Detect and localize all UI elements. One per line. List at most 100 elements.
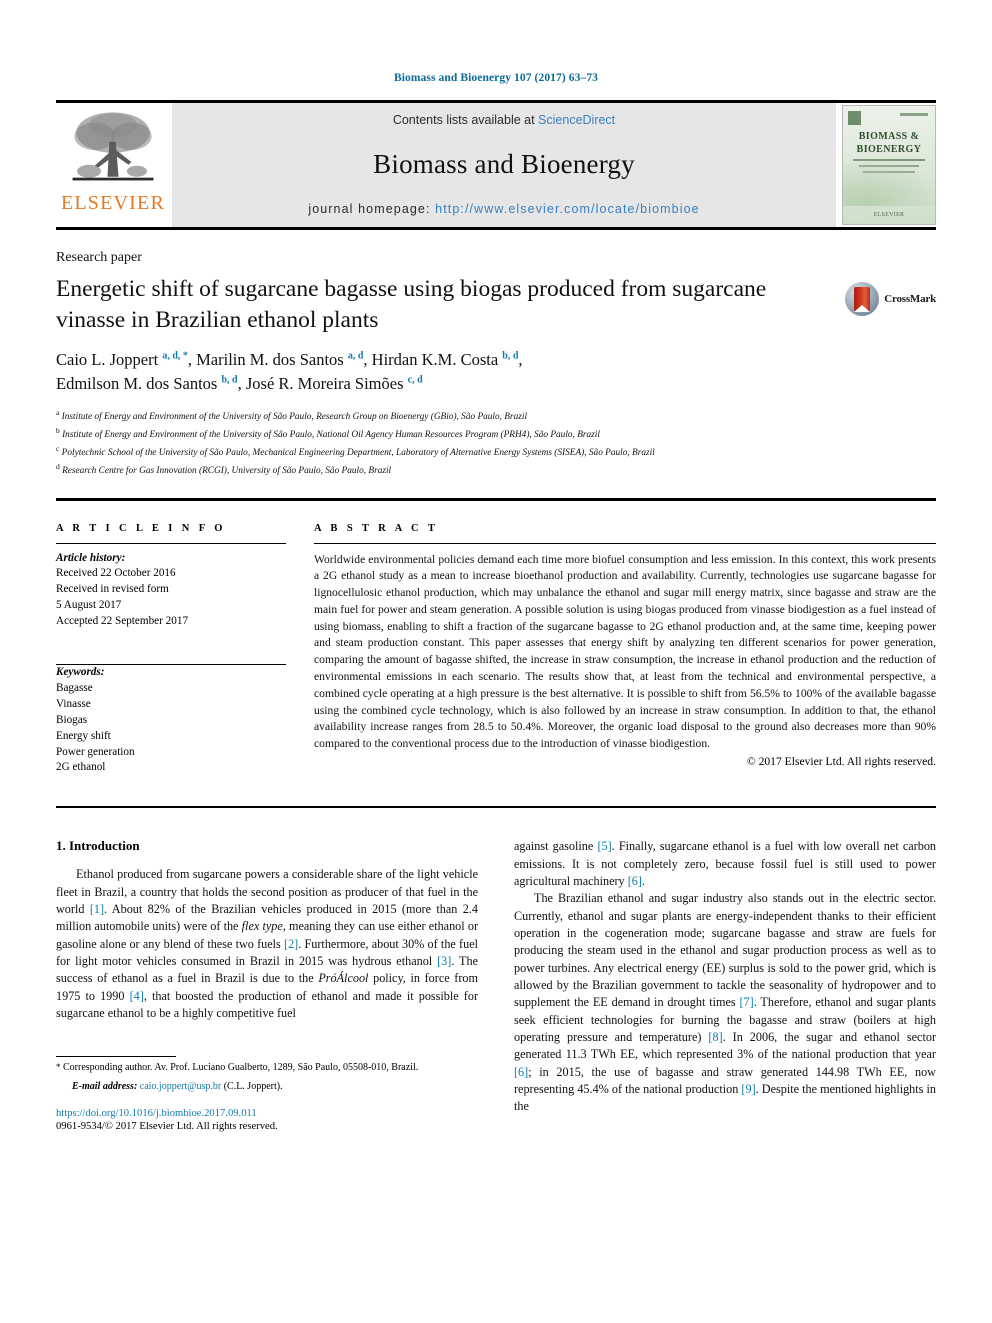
citation-ref[interactable]: [8] <box>708 1030 722 1044</box>
corresponding-author-note: * Corresponding author. Av. Prof. Lucian… <box>56 1061 478 1076</box>
keyword-item: Vinasse <box>56 697 91 710</box>
citation-ref[interactable]: [3] <box>437 954 451 968</box>
title-row: Energetic shift of sugarcane bagasse usi… <box>56 274 936 335</box>
keyword-item: Energy shift <box>56 729 111 742</box>
crossmark-badge[interactable]: CrossMark <box>845 274 936 316</box>
intro-text: . <box>641 874 645 889</box>
author-line-2: Edmilson M. dos Santos b, d, José R. Mor… <box>56 372 936 396</box>
article-info-heading: A R T I C L E I N F O <box>56 522 226 534</box>
info-abstract-section: A R T I C L E I N F O Article history: R… <box>56 523 936 777</box>
article-type: Research paper <box>56 250 142 265</box>
author-joppert: Caio L. Joppert <box>56 350 163 370</box>
citation-ref[interactable]: [9] <box>741 1082 755 1096</box>
affiliation-list: a Institute of Energy and Environment of… <box>56 407 936 480</box>
abstract-text: Worldwide environmental policies demand … <box>314 552 936 751</box>
crossmark-book-shape <box>854 287 871 312</box>
elsevier-logo: ELSEVIER <box>56 103 170 227</box>
cover-top-rule <box>900 113 928 116</box>
abstract-column: A B S T R A C T Worldwide environmental … <box>314 523 936 777</box>
journal-cover-cell: BIOMASS & BIOENERGY ELSEVIER <box>836 103 936 227</box>
author-joppert-marks: a, d, * <box>162 350 188 362</box>
keyword-item: 2G ethanol <box>56 761 106 774</box>
author-santos-m-marks: a, d <box>347 350 364 362</box>
intro-italic: PróÁlcool <box>318 971 369 986</box>
citation-ref[interactable]: [2] <box>284 937 298 951</box>
crossmark-label: CrossMark <box>884 293 936 305</box>
intro-italic: flex type <box>241 919 283 934</box>
cover-title-line1: BIOMASS & <box>858 131 920 142</box>
contents-line: Contents lists available at ScienceDirec… <box>393 113 615 127</box>
abstract-rule <box>314 542 936 544</box>
crossmark-icon <box>845 282 880 316</box>
info-section-top-rule <box>56 497 936 501</box>
corresponding-author-text: Corresponding author. Av. Prof. Luciano … <box>60 1062 419 1074</box>
contents-prefix: Contents lists available at <box>392 113 539 127</box>
cover-title-line2: BIOENERGY <box>856 144 922 155</box>
doi-link[interactable]: https://doi.org/10.1016/j.biombioe.2017.… <box>56 1108 478 1119</box>
keywords-block: Keywords: Bagasse Vinasse Biogas Energy … <box>56 664 286 776</box>
history-item: Received in revised form <box>56 583 169 596</box>
elsevier-tree-icon <box>72 112 154 181</box>
affiliation-text: Polytechnic School of the University of … <box>61 448 655 459</box>
author-list: Caio L. Joppert a, d, *, Marilin M. dos … <box>56 348 936 396</box>
journal-homepage-line: journal homepage: http://www.elsevier.co… <box>308 202 699 216</box>
intro-paragraph-right-2: The Brazilian ethanol and sugar industry… <box>514 890 936 1115</box>
article-info-rule <box>56 542 286 544</box>
affiliation-text: Institute of Energy and Environment of t… <box>61 412 528 423</box>
issn-copyright: 0961-9534/© 2017 Elsevier Ltd. All right… <box>56 1121 278 1133</box>
journal-cover-thumbnail: BIOMASS & BIOENERGY ELSEVIER <box>842 105 936 225</box>
cover-footer: ELSEVIER <box>873 212 905 218</box>
email-suffix: (C.L. Joppert). <box>221 1080 283 1092</box>
masthead-bottom-rule <box>56 227 936 230</box>
affiliation-mark: b <box>56 426 60 436</box>
author-simoes-marks: c, d <box>407 374 423 386</box>
body-columns: 1. Introduction Ethanol produced from su… <box>56 838 936 1135</box>
section-heading-introduction: 1. Introduction <box>56 838 140 854</box>
citation-ref[interactable]: [5] <box>597 839 611 853</box>
citation-ref[interactable]: [4] <box>130 989 144 1003</box>
author-sep-1: , Marilin M. dos Santos <box>187 350 348 370</box>
homepage-label: journal homepage: <box>308 202 436 216</box>
keyword-item: Bagasse <box>56 681 93 694</box>
affiliation-mark: c <box>56 444 60 454</box>
homepage-url[interactable]: http://www.elsevier.com/locate/biombioe <box>435 202 700 216</box>
author-sep-2: , Hirdan K.M. Costa <box>363 350 503 370</box>
affiliation-mark: d <box>56 462 60 472</box>
history-item: Received 22 October 2016 <box>56 567 176 580</box>
affiliation-text: Institute of Energy and Environment of t… <box>62 430 600 441</box>
email-note: E-mail address: caio.joppert@usp.br (C.L… <box>56 1080 478 1095</box>
body-left-column: 1. Introduction Ethanol produced from su… <box>56 838 478 1135</box>
affiliation-text: Research Centre for Gas Innovation (RCGI… <box>62 466 392 477</box>
intro-text: against gasoline <box>514 839 598 854</box>
intro-paragraph-left: Ethanol produced from sugarcane powers a… <box>56 866 478 1022</box>
affiliation-item: d Research Centre for Gas Innovation (RC… <box>56 461 936 479</box>
citation-ref[interactable]: [7] <box>740 995 754 1009</box>
article-history: Article history: Received 22 October 201… <box>56 551 286 631</box>
citation-ref[interactable]: [1] <box>90 902 104 916</box>
elsevier-wordmark: ELSEVIER <box>60 192 166 214</box>
keywords-label: Keywords: <box>56 666 105 679</box>
affiliation-item: c Polytechnic School of the University o… <box>56 443 936 461</box>
cover-artwork <box>843 156 935 206</box>
author-line-1: Caio L. Joppert a, d, *, Marilin M. dos … <box>56 348 936 372</box>
journal-banner: Contents lists available at ScienceDirec… <box>172 103 836 227</box>
author-sep-4: , José R. Moreira Simões <box>237 374 408 394</box>
keyword-item: Power generation <box>56 745 135 758</box>
author-costa-marks: b, d <box>502 350 519 362</box>
intro-paragraph-right-1: against gasoline [5]. Finally, sugarcane… <box>514 838 936 890</box>
cover-elsevier-mark <box>848 111 861 125</box>
email-link[interactable]: caio.joppert@usp.br <box>140 1081 221 1092</box>
abstract-bottom-rule <box>56 806 936 809</box>
article-history-label: Article history: <box>56 551 126 564</box>
abstract-copyright: © 2017 Elsevier Ltd. All rights reserved… <box>746 755 936 769</box>
paper-page: Biomass and Bioenergy 107 (2017) 63–73 E… <box>56 0 936 1323</box>
history-item: 5 August 2017 <box>56 599 122 612</box>
citation-ref[interactable]: [6] <box>514 1065 528 1079</box>
email-label: E-mail address: <box>72 1080 138 1092</box>
body-right-column: against gasoline [5]. Finally, sugarcane… <box>514 838 936 1135</box>
abstract-heading: A B S T R A C T <box>314 522 439 534</box>
page-title: Energetic shift of sugarcane bagasse usi… <box>56 276 767 333</box>
citation-ref[interactable]: [6] <box>628 874 642 888</box>
sciencedirect-link[interactable]: ScienceDirect <box>538 113 615 127</box>
intro-text: The Brazilian ethanol and sugar industry… <box>514 891 936 1010</box>
